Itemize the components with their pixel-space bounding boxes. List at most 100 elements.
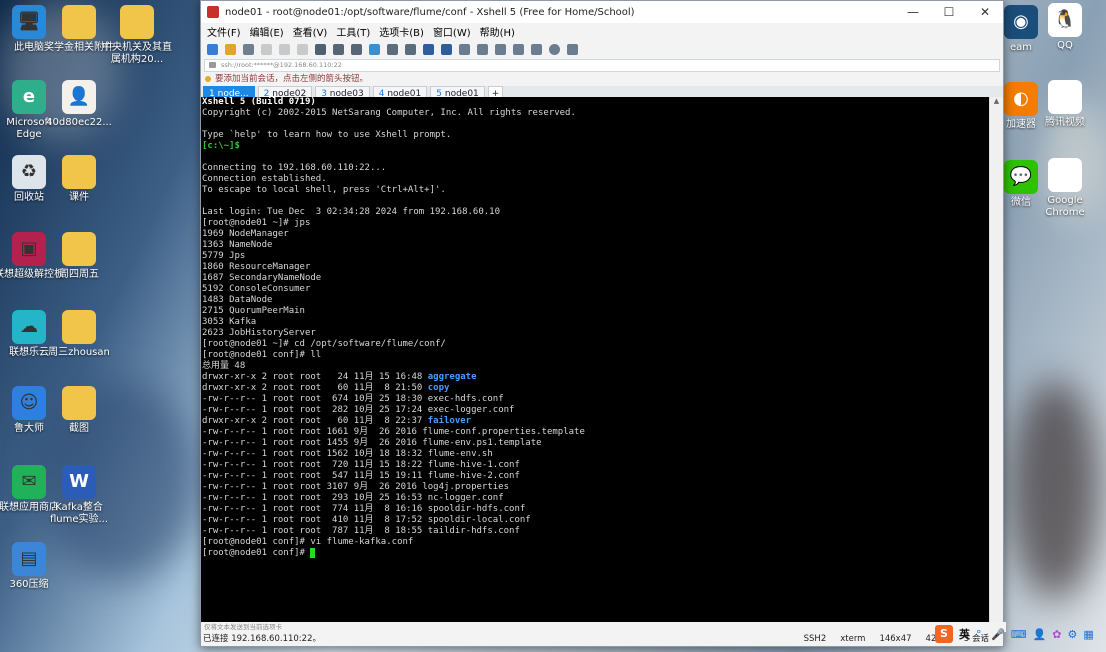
punctuation-icon[interactable]: °, [976, 628, 985, 641]
menu-tools[interactable]: 工具(T) [336, 24, 370, 39]
desktop-icon-label: 中央机关及其直属机构20... [102, 42, 172, 65]
terminal-line: 2623 JobHistoryServer [202, 328, 316, 338]
keyboard-tray-icon[interactable]: ⌨ [1011, 628, 1027, 641]
add-tab-icon[interactable] [513, 43, 524, 55]
lock-icon[interactable] [477, 43, 488, 55]
skin-tray-icon[interactable]: ✿ [1052, 628, 1061, 641]
terminal-line: -rw-r--r-- 1 root root 293 10月 25 16:53 … [202, 493, 504, 503]
terminal-line: 1363 NameNode [202, 240, 273, 250]
desktop-icon[interactable]: 中央机关及其直属机构20... [102, 5, 172, 66]
ime-language[interactable]: 英 [959, 626, 970, 642]
menu-window[interactable]: 窗口(W) [433, 24, 471, 39]
menu-edit[interactable]: 编辑(E) [250, 24, 284, 39]
terminal-line: -rw-r--r-- 1 root root 1562 10月 18 18:32… [202, 449, 493, 459]
menu-help[interactable]: 帮助(H) [480, 24, 515, 39]
paste-icon[interactable] [297, 43, 308, 55]
terminal-line: 1687 SecondaryNameNode [202, 273, 322, 283]
reconnect-icon[interactable] [243, 43, 254, 55]
disconnect-icon[interactable] [261, 43, 272, 55]
folder-icon [62, 155, 96, 189]
terminal-line: drwxr-xr-x 2 root root 60 11月 8 22:37 fa… [202, 416, 472, 426]
desktop-icon[interactable]: W Kafka整合flume实验... [44, 465, 114, 526]
terminal-line: 1483 DataNode [202, 295, 273, 305]
zip-icon: ▤ [12, 542, 46, 576]
terminal-type-status: xterm [840, 634, 866, 644]
minimize-button[interactable]: — [895, 5, 931, 19]
terminal-line: Copyright (c) 2002-2015 NetSarang Comput… [202, 108, 576, 118]
window-title: node01 - root@node01:/opt/software/flume… [225, 6, 635, 18]
find-icon[interactable] [315, 43, 326, 55]
desktop-icon-label: 周四周五 [59, 269, 99, 280]
session-hint: 要添加当前会话，点击左侧的箭头按钮。 [201, 72, 1003, 86]
terminal-line: 5192 ConsoleConsumer [202, 284, 311, 294]
folder-icon [62, 232, 96, 266]
font-icon[interactable] [405, 43, 416, 55]
menu-file[interactable]: 文件(F) [207, 24, 241, 39]
color-scheme-icon[interactable] [369, 43, 380, 55]
menu-view[interactable]: 查看(V) [293, 24, 328, 39]
app-store-icon: ✉ [12, 465, 46, 499]
toolbar [201, 39, 1003, 59]
properties-icon[interactable] [351, 43, 362, 55]
grid-tray-icon[interactable]: ▦ [1083, 628, 1093, 641]
layout-icon[interactable] [531, 43, 542, 55]
window-titlebar[interactable]: node01 - root@node01:/opt/software/flume… [201, 1, 1003, 23]
desktop-icon[interactable]: 周三zhousan [44, 310, 114, 359]
folder-icon [120, 5, 154, 39]
desktop-icon[interactable]: 👤 40d80ec22... [44, 80, 114, 129]
xftp-icon[interactable] [423, 43, 434, 55]
globe-icon[interactable] [387, 43, 398, 55]
terminal-line: [root@node01 ~]# jps [202, 218, 311, 228]
help-icon[interactable] [549, 43, 560, 55]
terminal-line: Connecting to 192.168.60.110:22... [202, 163, 387, 173]
status-bar: 已连接 192.168.60.110:22。 SSH2 xterm 146x47… [201, 632, 1003, 646]
desktop-icon[interactable]: ▤ 360压缩 [0, 542, 64, 591]
terminal-line: -rw-r--r-- 1 root root 774 11月 8 16:16 s… [202, 504, 526, 514]
new-session-icon[interactable] [207, 43, 218, 55]
terminal-line: 总用量 48 [202, 361, 246, 371]
terminal-line: -rw-r--r-- 1 root root 3107 9月 26 2016 l… [202, 482, 510, 492]
terminal-line: To escape to local shell, press 'Ctrl+Al… [202, 185, 446, 195]
menu-tabs[interactable]: 选项卡(B) [379, 24, 424, 39]
keyboard-icon[interactable] [495, 43, 506, 55]
copy-icon[interactable] [279, 43, 290, 55]
terminal-output[interactable]: Xshell 5 (Build 0719) Copyright (c) 2002-… [202, 97, 988, 622]
close-button[interactable]: ✕ [967, 5, 1003, 19]
desktop-icon-label: 周三zhousan [48, 347, 110, 358]
terminal-line: 3053 Kafka [202, 317, 257, 327]
desktop-icon[interactable]: 周四周五 [44, 232, 114, 281]
user-tray-icon[interactable]: 👤 [1033, 628, 1047, 641]
settings-tray-icon[interactable]: ⚙ [1068, 628, 1078, 641]
address-bar[interactable]: ssh://root:******@192.168.60.110:22 [204, 59, 1000, 72]
desktop-icon[interactable]: 课件 [44, 155, 114, 204]
scroll-up-icon[interactable]: ▲ [990, 97, 1003, 108]
terminal-line: Connection established. [202, 174, 327, 184]
terminal-scrollbar[interactable]: ▲ [989, 97, 1003, 622]
terminal-line: [root@node01 ~]# cd /opt/software/flume/… [202, 339, 446, 349]
terminal-line: [root@node01 conf]# vi flume-kafka.conf [202, 537, 414, 547]
terminal-line: -rw-r--r-- 1 root root 547 11月 15 19:11 … [202, 471, 520, 481]
microphone-icon[interactable]: 🎤 [991, 628, 1005, 641]
send-to-tab-bar[interactable]: 仅将文本发送到当前选项卡 [201, 622, 1006, 632]
terminal-line: 2715 QuorumPeerMain [202, 306, 305, 316]
computer-icon: 🖥 [12, 5, 46, 39]
terminal-line: Type `help' to learn how to use Xshell p… [202, 130, 452, 140]
sogou-ime-icon[interactable]: S [935, 625, 953, 643]
terminal-size-status: 146x47 [879, 634, 912, 644]
fullscreen-icon[interactable] [459, 43, 470, 55]
maximize-button[interactable]: ☐ [931, 5, 967, 19]
transfer-icon[interactable] [441, 43, 452, 55]
terminal-line: -rw-r--r-- 1 root root 410 11月 8 17:52 s… [202, 515, 531, 525]
desktop-icon[interactable]: 截图 [44, 386, 114, 435]
xshell-app-icon [207, 6, 219, 18]
terminal-line: Xshell 5 (Build 0719) [202, 97, 316, 107]
open-folder-icon[interactable] [225, 43, 236, 55]
photo-icon: 👤 [62, 80, 96, 114]
print-icon[interactable] [333, 43, 344, 55]
menu-bar: 文件(F) 编辑(E) 查看(V) 工具(T) 选项卡(B) 窗口(W) 帮助(… [201, 23, 1003, 39]
chat-icon[interactable] [567, 43, 578, 55]
ludashi-icon: ☺ [12, 386, 46, 420]
terminal-area[interactable]: Xshell 5 (Build 0719) Copyright (c) 2002-… [201, 97, 1003, 622]
